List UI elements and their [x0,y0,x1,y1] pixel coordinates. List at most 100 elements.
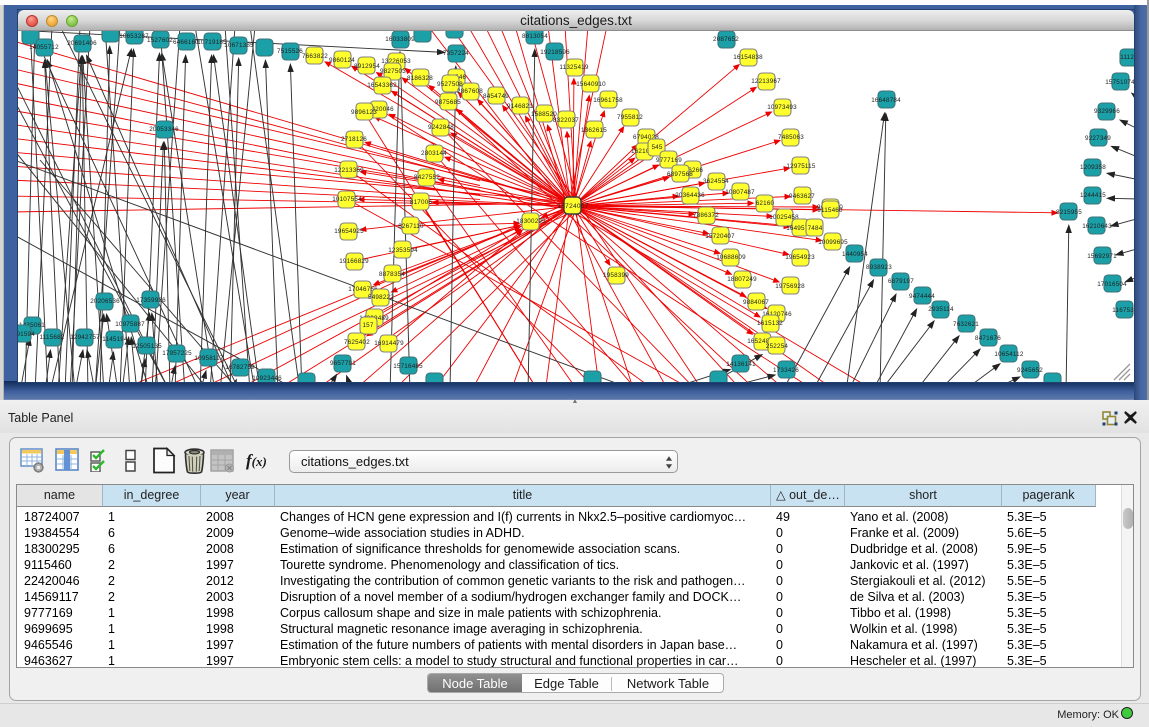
svg-text:9242848: 9242848 [428,124,454,131]
svg-text:12353594: 12353594 [388,247,418,254]
svg-text:8912954: 8912954 [354,63,380,70]
svg-text:545: 545 [651,144,662,151]
svg-text:16210643: 16210643 [1082,223,1112,230]
svg-text:6466160: 6466160 [173,39,199,46]
svg-text:10719185: 10719185 [197,39,227,46]
svg-text:8454749: 8454749 [483,93,509,100]
svg-text:1209358: 1209358 [1080,164,1106,171]
svg-text:2935114: 2935114 [928,306,954,313]
svg-text:4391594: 4391594 [18,331,35,338]
svg-text:2867608: 2867608 [457,88,483,95]
svg-text:12942757: 12942757 [70,334,100,341]
svg-text:12505135: 12505135 [132,343,162,350]
svg-text:7515526: 7515526 [277,48,303,55]
svg-text:1958399: 1958399 [603,272,629,279]
svg-text:15716485: 15716485 [393,363,423,370]
svg-text:18807249: 18807249 [727,276,757,283]
svg-text:7357224: 7357224 [443,50,469,57]
svg-text:12213967: 12213967 [751,78,781,85]
svg-text:7955812: 7955812 [617,114,643,121]
svg-text:7632621: 7632621 [953,321,979,328]
svg-text:15720407: 15720407 [705,233,735,240]
svg-text:20206536: 20206536 [90,298,120,305]
svg-text:14055712: 14055712 [29,44,59,51]
svg-text:9527508: 9527508 [437,81,463,88]
svg-text:19166829: 19166829 [339,258,369,265]
svg-text:15692971: 15692971 [1087,253,1117,260]
svg-text:2718126: 2718126 [341,136,367,143]
svg-text:19654925: 19654925 [334,228,364,235]
svg-text:19218596: 19218596 [540,49,570,56]
svg-text:1145194: 1145194 [102,336,128,343]
svg-text:17359926: 17359926 [136,297,166,304]
svg-text:16154838: 16154838 [733,54,763,61]
svg-text:10107554: 10107554 [332,196,362,203]
svg-text:10958117: 10958117 [194,355,223,362]
svg-text:19654923: 19654923 [785,254,815,261]
svg-text:17016504: 17016504 [1097,281,1127,288]
svg-text:5498222: 5498222 [368,294,394,301]
svg-text:1167533: 1167533 [1112,307,1134,314]
svg-text:18300295: 18300295 [516,218,546,225]
svg-text:9115460: 9115460 [817,207,843,214]
svg-text:10688609: 10688609 [716,254,746,261]
svg-text:10923446: 10923446 [252,375,282,382]
svg-text:10099695: 10099695 [818,239,848,246]
svg-text:9777169: 9777169 [656,157,682,164]
svg-text:1115682: 1115682 [40,334,65,341]
svg-text:8186328: 8186328 [407,75,433,82]
svg-text:252254: 252254 [766,343,789,350]
svg-text:9463627: 9463627 [789,193,815,200]
svg-text:1615132: 1615132 [757,320,783,327]
svg-text:10973493: 10973493 [767,104,797,111]
svg-text:3624554: 3624554 [703,178,729,185]
svg-text:19756928: 19756928 [775,283,805,290]
svg-text:1362615: 1362615 [581,127,607,134]
svg-text:8215955: 8215955 [1056,209,1082,216]
svg-text:10654112: 10654112 [994,351,1023,358]
svg-text:7886372: 7886372 [693,212,719,219]
svg-text:6897568: 6897568 [667,171,693,178]
svg-text:157: 157 [362,322,373,329]
svg-text:8267110: 8267110 [398,223,424,230]
svg-text:2803144: 2803144 [421,150,447,157]
svg-text:7663822: 7663822 [302,53,328,60]
svg-text:15751074: 15751074 [1105,79,1134,86]
svg-text:9875685: 9875685 [435,99,461,106]
svg-text:8938923: 8938923 [866,264,892,271]
svg-text:1733426: 1733426 [773,367,799,374]
svg-text:9896123: 9896123 [351,109,377,116]
svg-text:16543362: 16543362 [367,82,397,89]
svg-text:11121: 11121 [1120,54,1134,61]
svg-text:8471676: 8471676 [975,335,1001,342]
svg-text:9329966: 9329966 [1094,108,1120,115]
svg-text:16033809: 16033809 [385,36,415,43]
svg-text:12213369: 12213369 [334,167,364,174]
svg-text:62160: 62160 [756,200,775,207]
svg-text:18724007: 18724007 [557,203,588,210]
svg-text:15640910: 15640910 [576,81,606,88]
svg-text:20053346: 20053346 [149,126,179,133]
svg-text:9227349: 9227349 [1085,135,1111,142]
svg-text:10671385: 10671385 [224,42,254,49]
svg-text:6879197: 6879197 [888,278,914,285]
svg-text:9245652: 9245652 [1017,367,1043,374]
svg-text:1244415: 1244415 [1080,192,1106,199]
svg-text:1440954: 1440954 [842,251,868,258]
svg-text:16782759: 16782759 [225,364,255,371]
svg-text:10975887: 10975887 [115,321,145,328]
svg-text:7625402: 7625402 [344,339,370,346]
svg-text:8813054: 8813054 [522,33,548,40]
svg-text:817006: 817006 [410,199,433,206]
svg-text:7485063: 7485063 [778,134,804,141]
svg-text:2087652: 2087652 [713,36,739,43]
svg-text:9474444: 9474444 [909,293,935,300]
svg-text:9860124: 9860124 [329,57,355,64]
svg-text:9884067: 9884067 [743,299,769,306]
svg-text:8878354: 8878354 [379,271,405,278]
svg-text:8322037: 8322037 [553,117,579,124]
svg-text:8427552: 8427552 [414,174,440,181]
svg-text:14136141: 14136141 [726,361,756,368]
svg-text:10653287: 10653287 [119,33,149,40]
svg-text:1527602: 1527602 [147,37,173,44]
